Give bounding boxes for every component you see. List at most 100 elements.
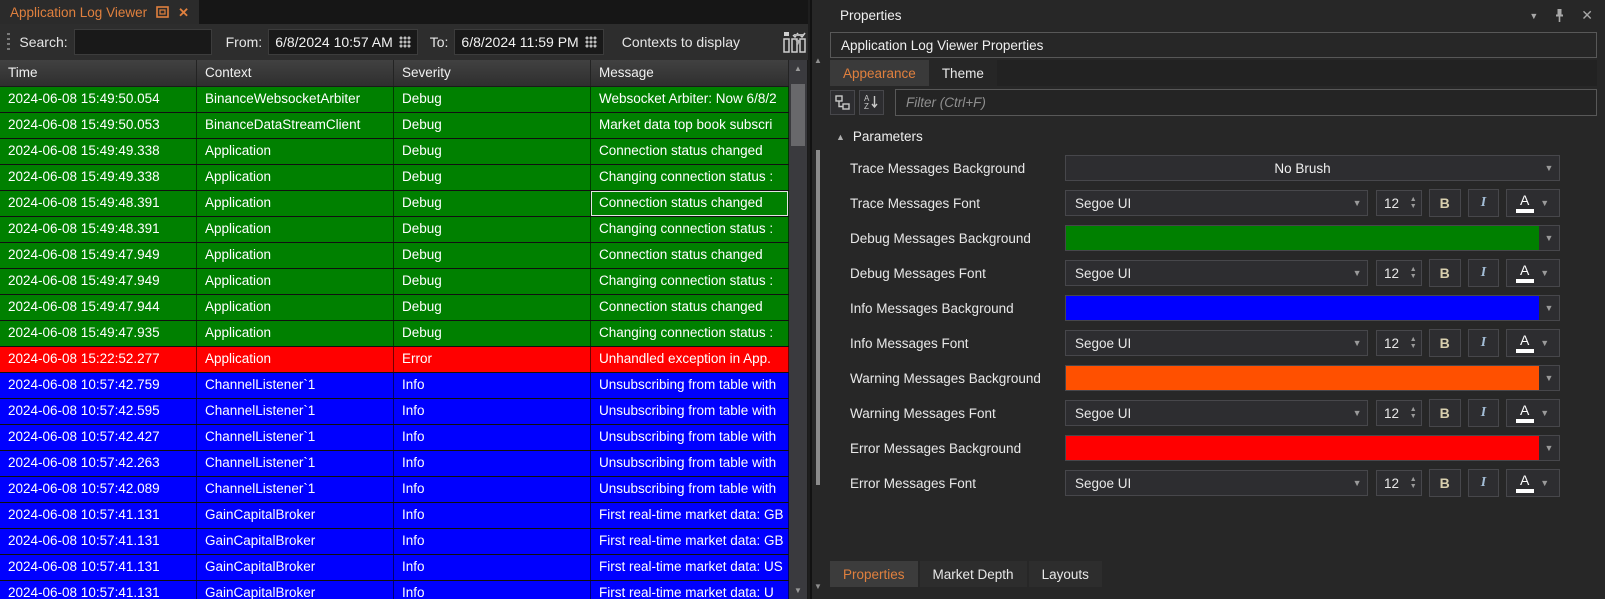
filter-input[interactable] xyxy=(895,89,1597,116)
spinner-up-icon[interactable]: ▲ xyxy=(1410,266,1417,273)
cell-message[interactable]: Connection status changed xyxy=(591,295,789,320)
cell-severity[interactable]: Info xyxy=(394,399,591,424)
dropdown-arrow-icon[interactable]: ▼ xyxy=(1539,366,1559,390)
cell-context[interactable]: Application xyxy=(197,139,394,164)
spinner-up-icon[interactable]: ▲ xyxy=(1410,406,1417,413)
toolbar-overflow-icon[interactable]: ▼ xyxy=(791,34,805,46)
panel-scrollbar-thumb[interactable] xyxy=(816,150,820,485)
font-size-spinner[interactable]: 12 ▲▼ xyxy=(1376,400,1422,426)
cell-severity[interactable]: Info xyxy=(394,425,591,450)
spinner-down-icon[interactable]: ▼ xyxy=(1410,483,1417,490)
cell-context[interactable]: GainCapitalBroker xyxy=(197,503,394,528)
dropdown-arrow-icon[interactable]: ▼ xyxy=(1539,338,1551,348)
cell-context[interactable]: ChannelListener`1 xyxy=(197,425,394,450)
cell-time[interactable]: 2024-06-08 10:57:41.131 xyxy=(0,581,197,599)
log-scrollbar[interactable]: ▲ ▼ xyxy=(789,60,807,599)
sort-alphabetical-button[interactable]: A Z xyxy=(859,90,884,115)
italic-button[interactable]: I xyxy=(1468,189,1500,217)
brush-dropdown[interactable]: No Brush ▼ xyxy=(1065,155,1560,181)
tab-theme[interactable]: Theme xyxy=(929,60,997,86)
cell-severity[interactable]: Debug xyxy=(394,295,591,320)
cell-message[interactable]: Market data top book subscri xyxy=(591,113,789,138)
brush-dropdown[interactable]: ▼ xyxy=(1065,435,1560,461)
cell-context[interactable]: ChannelListener`1 xyxy=(197,399,394,424)
brush-swatch[interactable] xyxy=(1066,366,1539,390)
cell-severity[interactable]: Info xyxy=(394,555,591,580)
tab-market-depth[interactable]: Market Depth xyxy=(920,561,1027,587)
cell-time[interactable]: 2024-06-08 15:49:47.944 xyxy=(0,295,197,320)
cell-time[interactable]: 2024-06-08 10:57:41.131 xyxy=(0,503,197,528)
parameters-section-header[interactable]: ▲ Parameters xyxy=(836,129,923,144)
cell-time[interactable]: 2024-06-08 15:49:47.949 xyxy=(0,269,197,294)
cell-time[interactable]: 2024-06-08 10:57:42.595 xyxy=(0,399,197,424)
toolbar-grip[interactable] xyxy=(7,33,10,51)
spinner-down-icon[interactable]: ▼ xyxy=(1410,343,1417,350)
categorized-view-button[interactable] xyxy=(830,90,855,115)
scrollbar-thumb[interactable] xyxy=(791,84,805,146)
cell-time[interactable]: 2024-06-08 15:49:47.949 xyxy=(0,243,197,268)
brush-dropdown[interactable]: ▼ xyxy=(1065,295,1560,321)
font-size-spinner[interactable]: 12 ▲▼ xyxy=(1376,330,1422,356)
font-dropdown[interactable]: Segoe UI ▼ xyxy=(1065,330,1368,356)
spinner-down-icon[interactable]: ▼ xyxy=(1410,203,1417,210)
cell-context[interactable]: Application xyxy=(197,217,394,242)
cell-message[interactable]: Unsubscribing from table with xyxy=(591,399,789,424)
bold-button[interactable]: B xyxy=(1429,469,1461,497)
cell-message[interactable]: First real-time market data: US xyxy=(591,555,789,580)
italic-button[interactable]: I xyxy=(1468,469,1500,497)
cell-message[interactable]: Changing connection status : xyxy=(591,269,789,294)
cell-message[interactable]: Unsubscribing from table with xyxy=(591,373,789,398)
cell-context[interactable]: ChannelListener`1 xyxy=(197,477,394,502)
cell-severity[interactable]: Debug xyxy=(394,243,591,268)
dropdown-arrow-icon[interactable]: ▼ xyxy=(1347,338,1367,348)
panel-scroll-up-icon[interactable]: ▲ xyxy=(812,56,824,65)
cell-context[interactable]: Application xyxy=(197,347,394,372)
cell-context[interactable]: Application xyxy=(197,295,394,320)
bold-button[interactable]: B xyxy=(1429,189,1461,217)
cell-message[interactable]: Changing connection status : xyxy=(591,165,789,190)
cell-message[interactable]: First real-time market data: U xyxy=(591,581,789,599)
spinner-up-icon[interactable]: ▲ xyxy=(1410,196,1417,203)
cell-severity[interactable]: Info xyxy=(394,581,591,599)
cell-context[interactable]: BinanceDataStreamClient xyxy=(197,113,394,138)
dropdown-arrow-icon[interactable]: ▼ xyxy=(1539,156,1559,180)
cell-message[interactable]: Connection status changed xyxy=(591,191,789,216)
search-input[interactable] xyxy=(74,29,212,55)
brush-swatch[interactable] xyxy=(1066,226,1539,250)
italic-button[interactable]: I xyxy=(1468,329,1500,357)
cell-context[interactable]: GainCapitalBroker xyxy=(197,555,394,580)
cell-message[interactable]: Unsubscribing from table with xyxy=(591,425,789,450)
scroll-down-icon[interactable]: ▼ xyxy=(789,582,807,599)
cell-severity[interactable]: Info xyxy=(394,451,591,476)
cell-message[interactable]: Websocket Arbiter: Now 6/8/2 xyxy=(591,87,789,112)
cell-time[interactable]: 2024-06-08 10:57:42.263 xyxy=(0,451,197,476)
dropdown-arrow-icon[interactable]: ▼ xyxy=(1347,268,1367,278)
cell-message[interactable]: Changing connection status : xyxy=(591,321,789,346)
font-size-spinner[interactable]: 12 ▲▼ xyxy=(1376,190,1422,216)
font-color-button[interactable]: A ▼ xyxy=(1506,259,1560,287)
bold-button[interactable]: B xyxy=(1429,329,1461,357)
cell-message[interactable]: Changing connection status : xyxy=(591,217,789,242)
cell-severity[interactable]: Info xyxy=(394,503,591,528)
cell-context[interactable]: GainCapitalBroker xyxy=(197,529,394,554)
cell-context[interactable]: GainCapitalBroker xyxy=(197,581,394,599)
cell-context[interactable]: BinanceWebsocketArbiter xyxy=(197,87,394,112)
float-window-icon[interactable] xyxy=(156,6,169,18)
italic-button[interactable]: I xyxy=(1468,259,1500,287)
font-size-spinner[interactable]: 12 ▲▼ xyxy=(1376,260,1422,286)
cell-message[interactable]: Unhandled exception in App. xyxy=(591,347,789,372)
font-dropdown[interactable]: Segoe UI ▼ xyxy=(1065,400,1368,426)
spinner-down-icon[interactable]: ▼ xyxy=(1410,273,1417,280)
scroll-up-icon[interactable]: ▲ xyxy=(789,60,807,77)
cell-message[interactable]: Connection status changed xyxy=(591,139,789,164)
dropdown-arrow-icon[interactable]: ▼ xyxy=(1347,198,1367,208)
spinner-down-icon[interactable]: ▼ xyxy=(1410,413,1417,420)
font-size-spinner[interactable]: 12 ▲▼ xyxy=(1376,470,1422,496)
brush-dropdown[interactable]: ▼ xyxy=(1065,225,1560,251)
cell-severity[interactable]: Error xyxy=(394,347,591,372)
font-dropdown[interactable]: Segoe UI ▼ xyxy=(1065,260,1368,286)
cell-severity[interactable]: Debug xyxy=(394,165,591,190)
dropdown-arrow-icon[interactable]: ▼ xyxy=(1539,436,1559,460)
cell-severity[interactable]: Debug xyxy=(394,113,591,138)
brush-swatch[interactable] xyxy=(1066,436,1539,460)
